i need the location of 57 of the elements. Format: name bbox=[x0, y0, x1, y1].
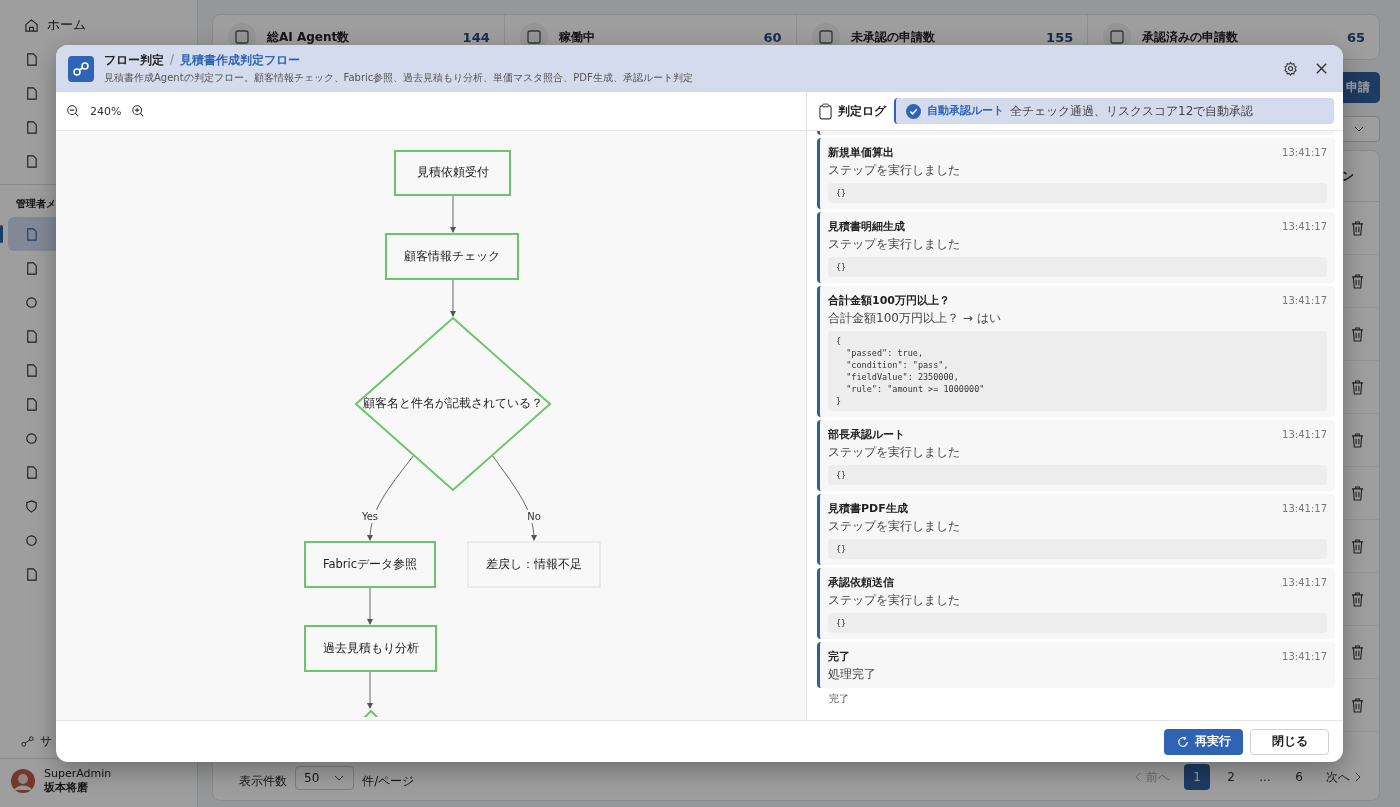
entry-message: 合計金額100万円以上？ → はい bbox=[828, 311, 1002, 326]
entry-message: ステップを実行しました bbox=[828, 237, 961, 252]
code-block: {} bbox=[828, 539, 1327, 559]
code-block: {} bbox=[828, 257, 1327, 277]
entry-time: 13:41:17 bbox=[1282, 295, 1327, 306]
result-detail: 全チェック通過、リスクスコア12で自動承認 bbox=[1010, 102, 1254, 120]
edge-label: Yes bbox=[360, 510, 380, 523]
result-text: 完了 bbox=[828, 692, 850, 706]
entry-message: ステップを実行しました bbox=[828, 163, 961, 178]
process-node: 過去見積もり分析 bbox=[304, 625, 437, 672]
entry-message: 処理完了 bbox=[828, 667, 877, 682]
process-node: 見積依頼受付 bbox=[394, 150, 511, 196]
entry-message: ステップを実行しました bbox=[828, 519, 961, 534]
dialog-description: 見積書作成Agentの判定フロー。顧客情報チェック、Fabric参照、過去見積もり分析、単価マスタ照合、PDF生成、承認ルート判定 bbox=[104, 71, 694, 85]
stat-label: 稼働中 bbox=[558, 28, 596, 46]
result-label: 自動承認ルート bbox=[927, 104, 1004, 118]
decision-node: 顧客名と件名が記載されている？ bbox=[354, 316, 552, 492]
entry-time: 13:41:17 bbox=[1282, 503, 1327, 514]
entry-title: 見積書明細生成 bbox=[828, 220, 905, 234]
entry-message: ステップを実行しました bbox=[828, 445, 961, 460]
dialog-title: 見積書作成判定フロー bbox=[180, 52, 301, 69]
entry-time: 13:41:17 bbox=[1282, 429, 1327, 440]
per-page-label: 件/ページ bbox=[362, 773, 415, 790]
entry-title: 部長承認ルート bbox=[828, 428, 905, 442]
page-size-label: 表示件数 bbox=[239, 773, 287, 790]
code-block: {} bbox=[828, 465, 1327, 485]
stat-label: 未承認の申請数 bbox=[850, 28, 936, 46]
stat-value: 60 bbox=[763, 29, 782, 45]
stat-value: 155 bbox=[1046, 29, 1074, 45]
stat-value: 144 bbox=[462, 29, 490, 45]
edge-label: No bbox=[524, 510, 544, 523]
entry-time: 13:41:17 bbox=[1282, 651, 1327, 662]
stat-value: 65 bbox=[1346, 29, 1365, 45]
entry-message: ステップを実行しました bbox=[828, 593, 961, 608]
column-header: ン bbox=[1342, 167, 1354, 185]
entry-title: 見積書PDF生成 bbox=[828, 502, 908, 516]
user-role: SuperAdmin bbox=[44, 767, 112, 780]
process-node: 差戻し：情報不足 bbox=[467, 541, 601, 588]
entry-time: 13:41:17 bbox=[1282, 221, 1327, 232]
stat-label: 承認済みの申請数 bbox=[1142, 28, 1240, 46]
entry-time: 13:41:17 bbox=[1282, 147, 1327, 158]
breadcrumb-separator: / bbox=[170, 52, 175, 68]
code-block: { "passed": true, "condition": "pass", "fieldValue": 2350000, "rule": "amount >= 1000000" } bbox=[828, 331, 1327, 411]
user-name: 坂本将磨 bbox=[44, 780, 89, 795]
stat-label: 総AI Agent数 bbox=[267, 28, 351, 46]
process-node: Fabricデータ参照 bbox=[304, 541, 436, 588]
code-block: {} bbox=[828, 183, 1327, 203]
zoom-level: 240% bbox=[90, 104, 122, 118]
section-label: 管理者メ bbox=[15, 197, 57, 211]
log-title: 判定ログ bbox=[838, 102, 886, 120]
entry-title: 完了 bbox=[828, 650, 850, 664]
entry-title: 合計金額100万円以上？ bbox=[828, 294, 950, 308]
code-block: {} bbox=[828, 613, 1327, 633]
process-node: 顧客情報チェック bbox=[385, 233, 519, 280]
entry-title: 新規単価算出 bbox=[828, 146, 894, 160]
entry-time: 13:41:17 bbox=[1282, 577, 1327, 588]
entry-title: 承認依頼送信 bbox=[828, 576, 894, 590]
